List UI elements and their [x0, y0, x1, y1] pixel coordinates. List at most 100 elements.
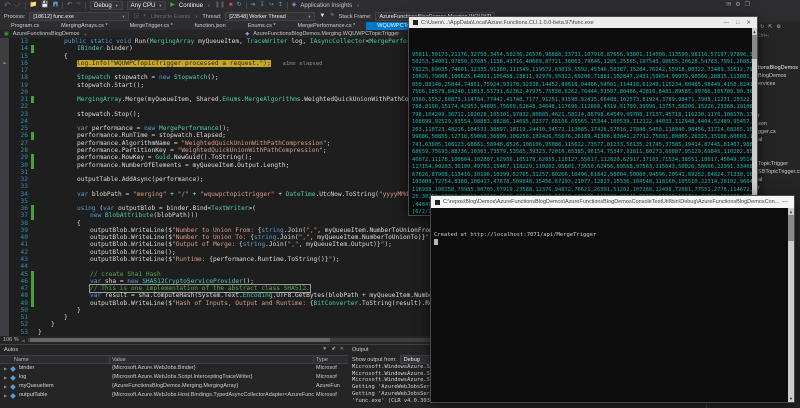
tab-enums-cs-[interactable]: Enums.cs *: [237, 22, 287, 30]
collapse-all-icon[interactable]: ⇱: [768, 24, 772, 30]
autos-col-value[interactable]: Value: [112, 356, 126, 364]
minimize-icon[interactable]: —: [782, 199, 788, 205]
window-layout-icon[interactable]: ❐: [745, 1, 750, 10]
open-folder-icon[interactable]: 📁: [30, 1, 37, 10]
console-line: 67626,87908,113416,10196,10399,52765,312…: [412, 172, 750, 180]
autos-col-name[interactable]: Name: [14, 356, 29, 364]
autos-row-myQueueItem[interactable]: ▶myQueueItem{AzureFunctionsBlogDemos.Mer…: [0, 382, 348, 391]
step-into-icon[interactable]: ↧: [260, 1, 265, 10]
solution-item[interactable]: al: [758, 177, 762, 183]
solution-configuration-dropdown[interactable]: Debug ▼: [90, 1, 123, 10]
editor-zoom-level[interactable]: 106 %: [3, 337, 19, 343]
vertical-scrollbar[interactable]: ▲ ▼: [788, 208, 794, 402]
maximize-icon[interactable]: □: [736, 20, 739, 26]
tab-function-json[interactable]: function.json: [184, 22, 237, 30]
breakpoint-margin: [0, 234, 9, 241]
tab-mergeperformance-cs-[interactable]: MergePerformance.cs *: [287, 22, 367, 30]
expander-icon[interactable]: ▶: [4, 391, 7, 400]
vertical-scrollbar-thumb[interactable]: [752, 35, 757, 59]
breakpoint-margin: [0, 307, 9, 314]
horizontal-scrollbar-thumb[interactable]: [30, 338, 330, 342]
autos-row-log[interactable]: ▶log{Microsoft.Azure.WebJobs.Script.Inte…: [0, 373, 348, 382]
quick-launch-icon[interactable]: ⚙: [735, 1, 740, 10]
line-number: 41: [9, 241, 31, 248]
solution-item[interactable]: ervices: [758, 81, 775, 87]
save-icon[interactable]: 💾: [41, 1, 48, 10]
console-testutil-titlebar[interactable]: C:\repos\Blog\Demos\AzureFunctionsBlogDe…: [431, 196, 794, 208]
continue-button[interactable]: Continue: [179, 3, 203, 9]
code-text: Stopwatch stopwatch = new Stopwatch();: [34, 74, 219, 81]
application-insights-dropdown[interactable]: Application Insights: [300, 3, 352, 9]
chevron-down-icon[interactable]: ▼: [207, 1, 211, 10]
solution-item[interactable]: BlogDemos: [758, 73, 786, 79]
perf-tip[interactable]: ≤1ms elapsed: [283, 61, 323, 67]
flag-threads-icon[interactable]: ⚑: [329, 12, 334, 21]
autos-value: {Microsoft.Azure.WebJobs.Binder}: [112, 364, 314, 373]
filter-threads-icon[interactable]: ▼: [319, 12, 325, 21]
token: MergingArray: [150, 38, 195, 45]
code-text: [34, 67, 38, 74]
code-text: {: [34, 220, 81, 227]
step-out-icon[interactable]: ↥: [278, 1, 283, 10]
solution-item[interactable]: son: [758, 121, 767, 127]
expander-icon[interactable]: ▶: [4, 373, 7, 382]
restart-icon[interactable]: ↻: [237, 1, 242, 10]
token: +: [166, 191, 177, 198]
solution-item[interactable]: tionsBlogDemos (3: [758, 65, 800, 71]
pin-icon[interactable]: 🖈: [331, 346, 336, 354]
expander-icon[interactable]: ▶: [4, 382, 7, 391]
autos-col-type[interactable]: Type: [316, 356, 328, 364]
break-all-icon[interactable]: ❚❚: [215, 1, 225, 10]
tab-mergetrigger-cs-[interactable]: MergeTrigger.cs *: [119, 22, 184, 30]
navigate-back-icon[interactable]: ⤺: [4, 1, 10, 10]
current-statement-arrow-icon[interactable]: ➤: [0, 60, 9, 67]
stop-debugging-icon[interactable]: ■: [229, 1, 233, 10]
continue-icon[interactable]: ▶: [170, 1, 175, 10]
refresh-icon[interactable]: ↻: [760, 24, 764, 30]
vertical-scrollbar[interactable]: ▲ ▼: [752, 28, 757, 215]
autos-row-outputTable[interactable]: ▶outputTable{Microsoft.Azure.WebJobs.Hos…: [0, 391, 348, 400]
window-position-icon[interactable]: ▼: [322, 346, 327, 354]
process-snapshot-icon[interactable]: ◲: [133, 12, 139, 21]
solution-item[interactable]: al: [758, 137, 762, 143]
properties-icon[interactable]: ⚙: [776, 24, 780, 30]
close-icon[interactable]: ✕: [746, 20, 751, 26]
code-text: outputBlob.WriteLine($"Hash of Inputs, O…: [34, 300, 481, 307]
thread-dropdown[interactable]: [23548] Worker Thread ▼: [225, 12, 315, 21]
token: ;: [323, 147, 327, 154]
console-line: 78225,69035,74601,12335,91380,111549,119…: [412, 67, 750, 75]
token: "Runtime:: [172, 256, 209, 263]
autos-row-binder[interactable]: ▶binder{Microsoft.Azure.WebJobs.Binder}M…: [0, 364, 348, 373]
breadcrumb-type-dropdown[interactable]: AzureFunctionsBlogDemos.Merging.WQUWPCTo…: [253, 31, 399, 37]
line-number: 25: [9, 125, 31, 132]
toolbar-separator: [287, 2, 288, 9]
undo-icon[interactable]: ↶: [67, 1, 72, 10]
save-all-icon[interactable]: 🖪: [53, 1, 58, 10]
redo-icon[interactable]: ↷: [76, 1, 81, 10]
solution-item[interactable]: SBTopicTrigger.cs: [758, 169, 800, 175]
minimize-icon[interactable]: —: [724, 20, 730, 26]
breakpoint-margin: [0, 82, 9, 89]
lifecycle-events-dropdown[interactable]: Lifecycle Events: [151, 14, 191, 20]
process-dropdown[interactable]: [18612] func.exe ▼: [29, 12, 129, 21]
feedback-icon[interactable]: ✉: [726, 1, 731, 10]
solution-item[interactable]: gger.cs: [758, 129, 776, 135]
breakpoint-margin: [0, 118, 9, 125]
step-over-icon[interactable]: ↪: [269, 1, 274, 10]
vertical-scrollbar-thumb[interactable]: [788, 215, 794, 241]
tab-program-cs[interactable]: Program.cs: [0, 22, 50, 30]
console-func-titlebar[interactable]: C:\Users\...\AppData\Local\Azure.Functio…: [409, 17, 757, 28]
solution-platform-dropdown[interactable]: Any CPU ▼: [127, 1, 167, 10]
close-icon[interactable]: ✕: [340, 346, 344, 354]
scroll-down-icon[interactable]: ▼: [788, 395, 794, 403]
solution-item[interactable]: TopicTrigger: [758, 161, 788, 167]
code-statement: performance.PartitionKey = "WeightedQuic…: [77, 147, 327, 154]
solution-item[interactable]: r: [758, 113, 760, 119]
breadcrumb-project-dropdown[interactable]: AzureFunctionsBlogDemos: [13, 31, 80, 37]
navigate-forward-icon[interactable]: ⤻: [14, 1, 20, 10]
solution-item[interactable]: r: [758, 185, 760, 191]
line-number: 37: [9, 212, 31, 219]
expander-icon[interactable]: ▶: [4, 364, 7, 373]
chevron-down-icon[interactable]: ▼: [356, 1, 360, 10]
show-next-statement-icon[interactable]: ➔: [251, 1, 256, 10]
